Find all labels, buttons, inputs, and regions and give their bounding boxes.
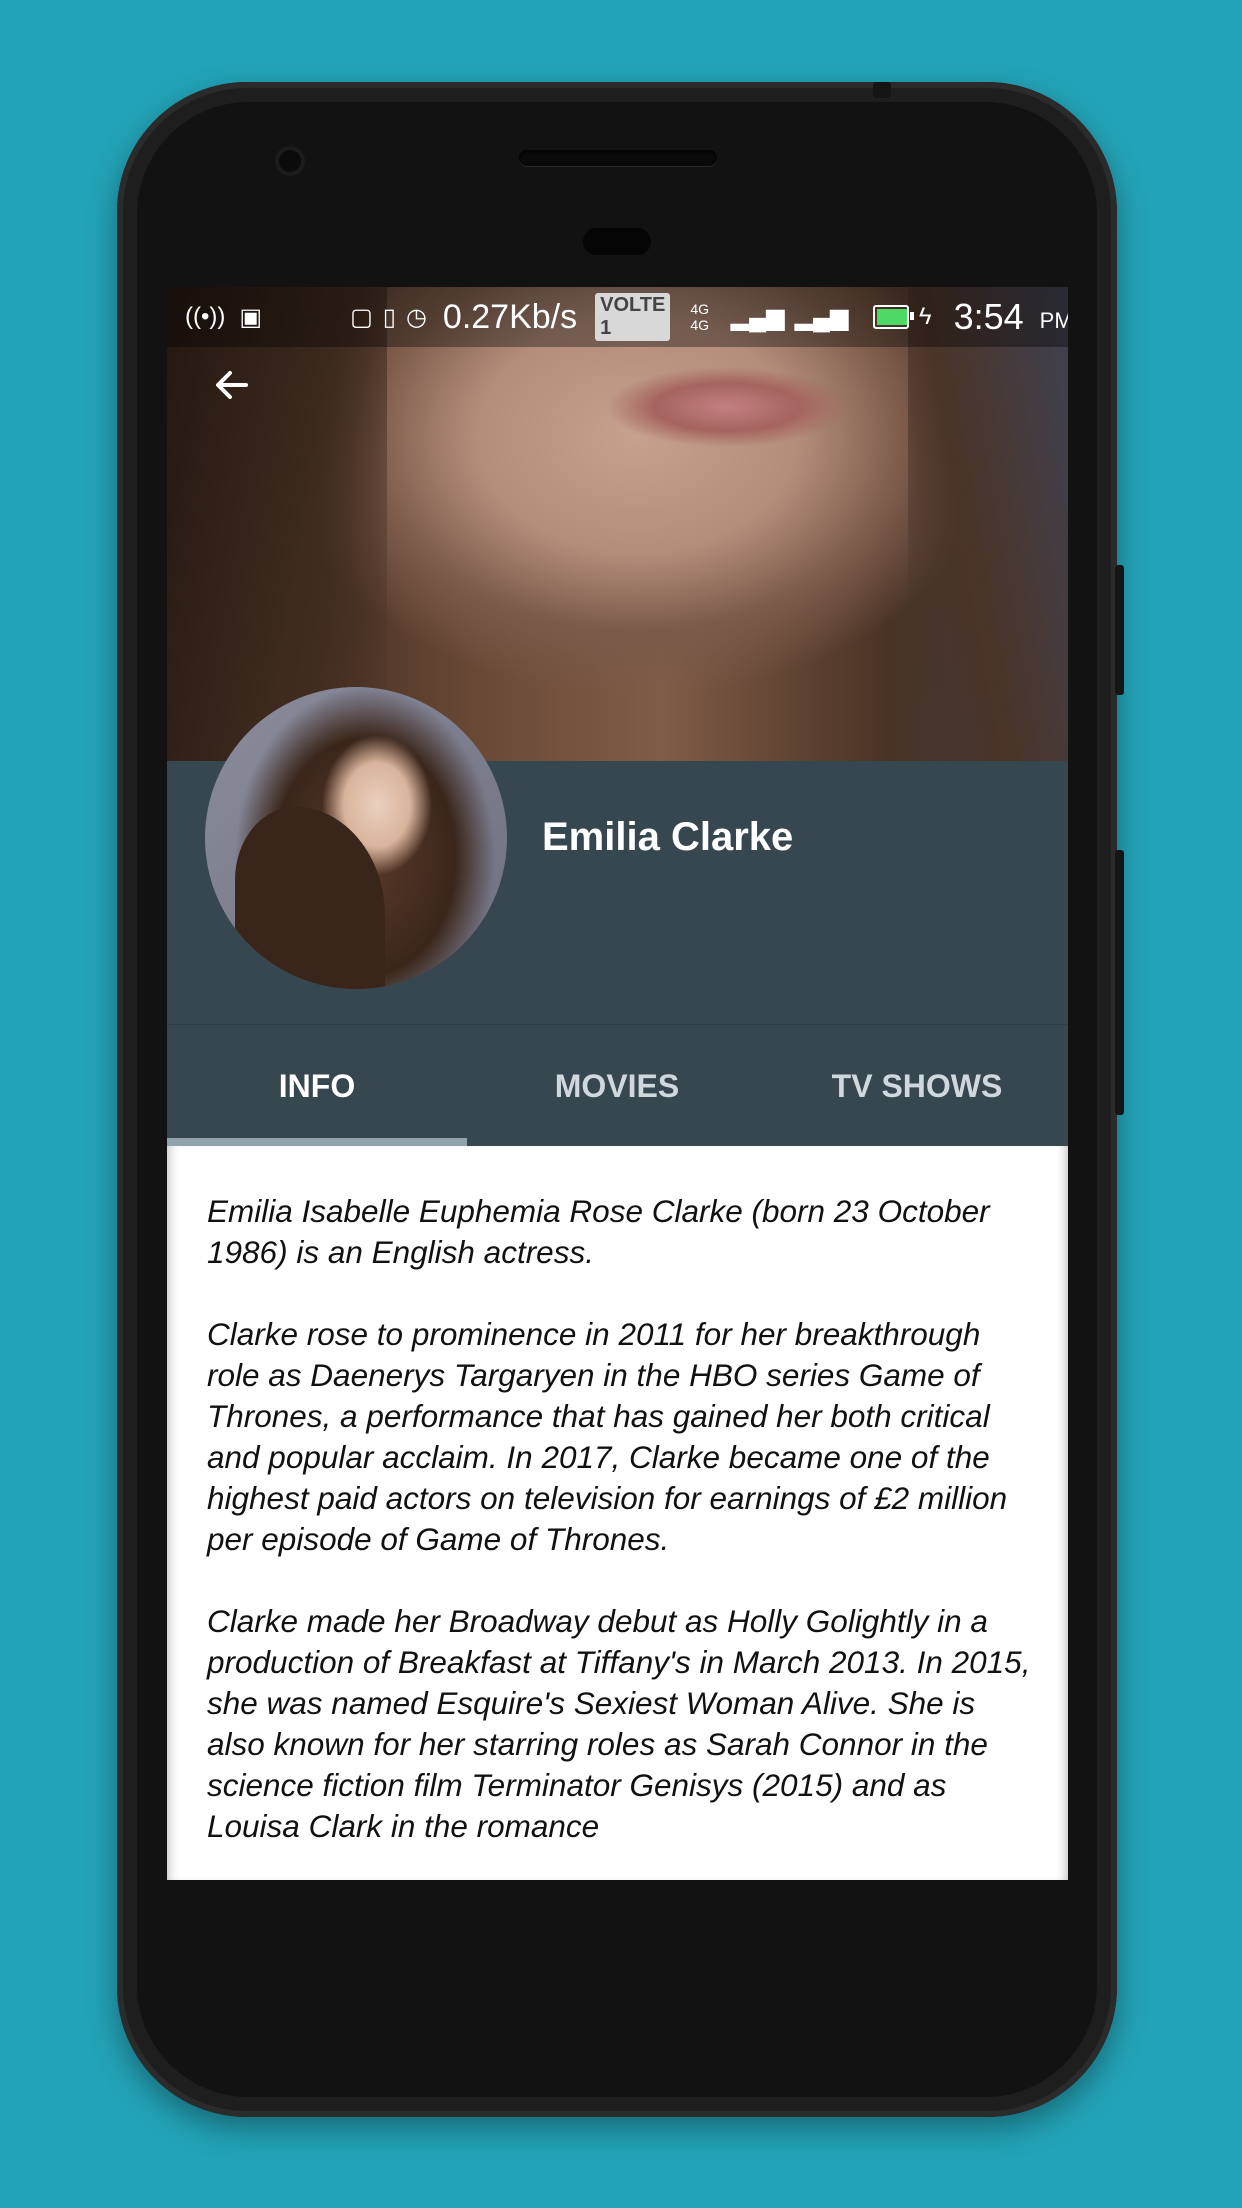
network-type: 4G 4G	[690, 301, 710, 333]
power-button	[1115, 850, 1124, 1115]
bio-panel[interactable]: Emilia Isabelle Euphemia Rose Clarke (bo…	[167, 1146, 1068, 1880]
signal-icon-2: ▂▄▆	[794, 303, 849, 331]
bio-text: Emilia Isabelle Euphemia Rose Clarke (bo…	[207, 1191, 1033, 1880]
bio-paragraph: Clarke made her Broadway debut as Holly …	[207, 1603, 1031, 1844]
earpiece-speaker	[519, 150, 717, 166]
avatar	[205, 687, 507, 989]
top-button	[873, 82, 891, 98]
charging-icon: ϟ	[918, 303, 932, 330]
bio-paragraph: Clarke rose to prominence in 2011 for he…	[207, 1316, 1008, 1557]
clock-time: 3:54	[953, 296, 1024, 337]
network-speed: 0.27Kb/s	[442, 297, 578, 336]
bio-paragraph: Emilia Isabelle Euphemia Rose Clarke (bo…	[207, 1193, 990, 1270]
tab-movies[interactable]: MOVIES	[467, 1025, 767, 1147]
cover-photo	[167, 287, 1068, 761]
alarm-icon: ◷	[405, 303, 427, 331]
proximity-sensor	[583, 228, 651, 255]
battery-icon	[872, 305, 915, 329]
app-screen: ((•)) ▣ ▢ ▯ ◷ 0.27Kb/s VOLTE 1 4G 4G ▂▄▆…	[167, 287, 1068, 1880]
clock-ampm: PM	[1039, 308, 1068, 333]
status-bar: ((•)) ▣ ▢ ▯ ◷ 0.27Kb/s VOLTE 1 4G 4G ▂▄▆…	[167, 287, 1068, 347]
front-camera	[275, 146, 305, 176]
nfc-icon: ▢	[350, 303, 373, 331]
tab-info[interactable]: INFO	[167, 1025, 467, 1147]
volume-button	[1115, 565, 1124, 695]
volte-badge: VOLTE 1	[595, 293, 671, 341]
actor-name: Emilia Clarke	[542, 815, 794, 859]
hotspot-icon: ((•))	[185, 302, 226, 330]
android-debug-icon: ▣	[239, 303, 263, 331]
vibrate-icon: ▯	[382, 303, 396, 331]
back-arrow-icon[interactable]	[209, 365, 255, 411]
tab-tv-shows[interactable]: TV SHOWS	[767, 1025, 1067, 1147]
signal-icon: ▂▄▆	[730, 303, 785, 331]
tab-bar: INFO MOVIES TV SHOWS	[167, 1024, 1068, 1147]
